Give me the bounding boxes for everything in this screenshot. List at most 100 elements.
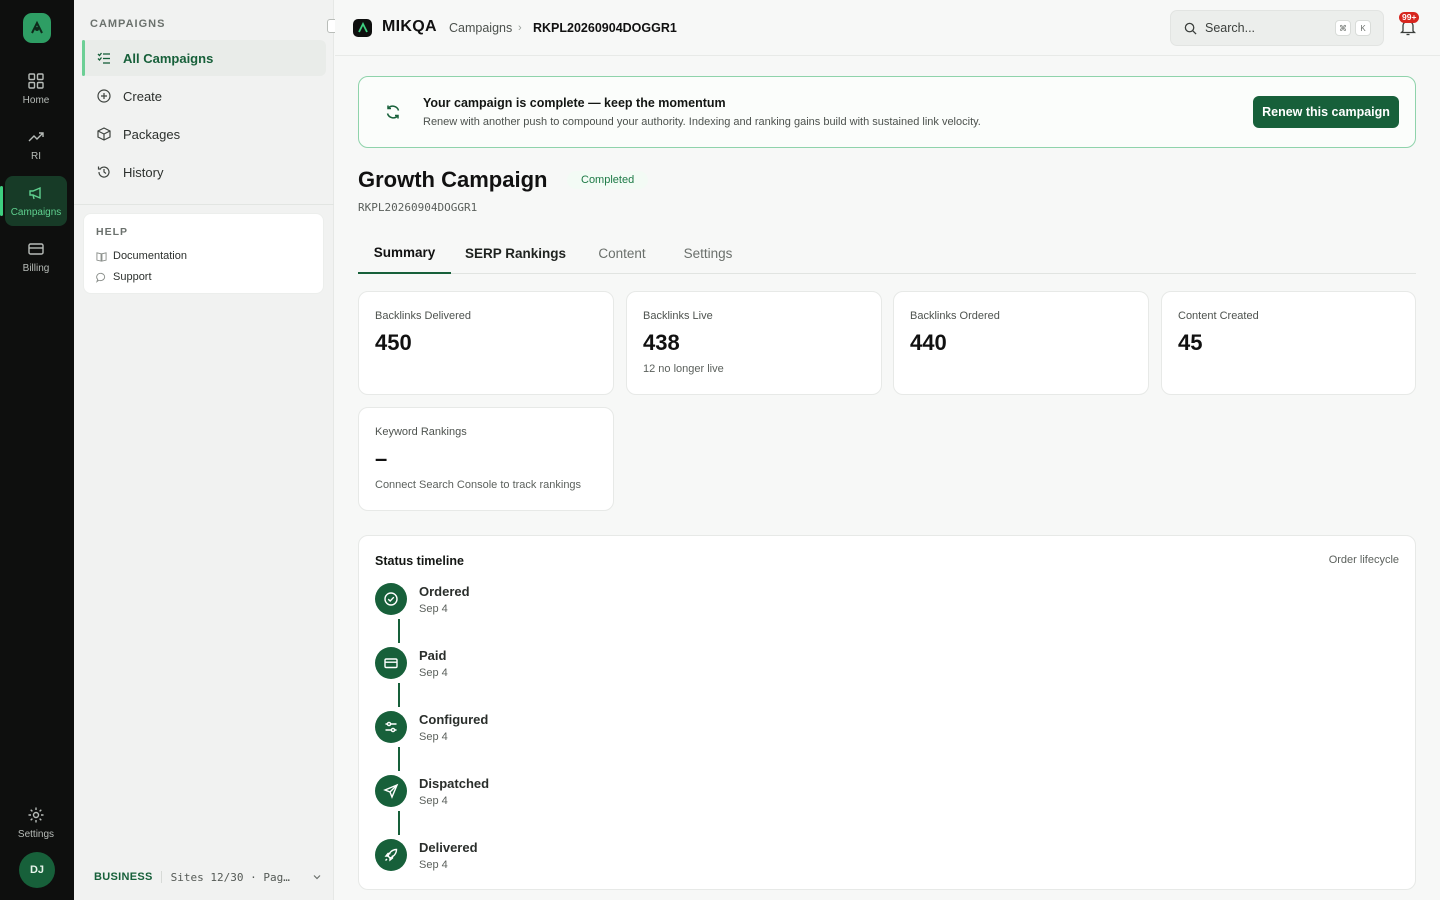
stat-subtext: 12 no longer live [643,363,724,375]
shortcut-key-k: K [1355,20,1371,36]
plan-selector[interactable]: BUSINESS Sites 12/30 · Pages 240/500 [94,868,322,886]
stat-card-content-created: Content Created 45 [1161,291,1416,395]
sidebar-item-packages[interactable]: Packages [82,116,326,152]
status-timeline: Status timeline Order lifecycle Ordered … [358,535,1416,890]
stat-label: Keyword Rankings [375,426,467,438]
help-link-label: Documentation [113,250,187,262]
breadcrumb-current: RKPL20260904DOGGR1 [533,21,677,35]
rail-item-label: Settings [17,829,55,840]
help-link-label: Support [113,271,152,283]
timeline-connector [398,811,400,835]
breadcrumb-campaigns[interactable]: Campaigns [449,21,512,35]
stat-card-backlinks-delivered: Backlinks Delivered 450 [358,291,614,395]
search-input[interactable]: Search... ⌘ K [1170,10,1384,46]
renew-campaign-button[interactable]: Renew this campaign [1253,96,1399,128]
help-card: HELP Documentation Support [83,213,324,294]
sidebar-item-label: Packages [123,126,181,142]
timeline-step-name: Paid [419,648,447,663]
tab-content[interactable]: Content [586,232,658,274]
sidebar-item-create[interactable]: Create [82,78,326,114]
chevron-down-icon [312,872,322,882]
gear-icon [27,806,45,824]
sidebar-item-label: History [123,164,164,180]
timeline-step-date: Sep 4 [419,859,448,871]
stat-value: 440 [910,330,947,355]
refresh-icon [385,104,401,120]
banner-text: Renew with another push to compound your… [423,116,981,128]
timeline-step-name: Delivered [419,840,478,855]
stat-card-backlinks-live: Backlinks Live 438 12 no longer live [626,291,882,395]
rail-item-billing[interactable]: Billing [5,232,67,282]
timeline-step-date: Sep 4 [419,603,448,615]
trend-up-icon [27,128,45,146]
help-link-documentation[interactable]: Documentation [96,250,187,262]
stat-card-backlinks-ordered: Backlinks Ordered 440 [893,291,1149,395]
stat-value: 45 [1178,330,1203,355]
search-placeholder: Search... [1205,21,1256,35]
grid-icon [27,72,45,90]
send-icon [375,775,407,807]
stat-subtext: Connect Search Console to track rankings [375,479,582,491]
check-circle-icon [375,583,407,615]
stat-value: 438 [643,330,680,355]
stat-label: Backlinks Delivered [375,310,471,322]
rail-item-campaigns[interactable]: Campaigns [0,176,67,226]
timeline-step-date: Sep 4 [419,731,448,743]
stat-label: Content Created [1178,310,1259,322]
plan-usage: Sites 12/30 · Pages 240/500 [170,870,294,884]
stat-card-keyword-rankings: Keyword Rankings – Connect Search Consol… [358,407,614,511]
help-title: HELP [96,226,129,238]
timeline-step-name: Configured [419,712,489,727]
timeline-step-name: Ordered [419,584,470,599]
sidebar-divider [74,204,334,205]
campaign-tabs: Summary SERP Rankings Content Settings [358,232,1416,274]
shortcut-key-cmd: ⌘ [1335,20,1351,36]
renew-banner: Your campaign is complete — keep the mom… [358,76,1416,148]
sidebar-item-label: Create [123,88,163,104]
sidebar-item-all-campaigns[interactable]: All Campaigns [82,40,326,76]
timeline-title: Status timeline [375,554,464,568]
timeline-meta: Order lifecycle [1328,554,1399,566]
timeline-connector [398,747,400,771]
timeline-step-date: Sep 4 [419,795,448,807]
search-icon [1184,22,1197,35]
avatar[interactable]: DJ [19,852,55,888]
sidebar-item-history[interactable]: History [82,154,326,190]
history-icon [97,165,111,179]
stat-label: Backlinks Live [643,310,713,322]
rail-item-label: RI [31,151,41,162]
plus-circle-icon [97,89,111,103]
timeline-step-configured: Configured Sep 4 [375,711,775,751]
app-logo-icon[interactable] [23,13,51,43]
card-icon [375,647,407,679]
tab-summary[interactable]: Summary [358,232,451,274]
rail-item-home[interactable]: Home [5,64,67,114]
stat-label: Backlinks Ordered [910,310,1000,322]
top-header: MIKQA Campaigns › RKPL20260904DOGGR1 Sea… [335,0,1440,56]
timeline-step-paid: Paid Sep 4 [375,647,775,687]
stat-value: – [375,446,388,471]
tab-serp-rankings[interactable]: SERP Rankings [458,232,573,274]
tab-settings[interactable]: Settings [672,232,744,274]
timeline-step-dispatched: Dispatched Sep 4 [375,775,775,815]
breadcrumb-chevron-icon: › [518,22,522,34]
brand-logo-icon [353,19,372,37]
sliders-icon [375,711,407,743]
chat-icon [96,272,107,283]
status-badge: Completed [567,171,649,189]
rail-item-label: Billing [22,263,50,274]
book-icon [96,251,107,262]
brand-name: MIKQA [382,18,437,35]
timeline-step-date: Sep 4 [419,667,448,679]
rail-item-ri[interactable]: RI [5,120,67,170]
rail-item-settings[interactable]: Settings [5,798,67,848]
plan-badge: BUSINESS [94,871,162,883]
timeline-connector [398,619,400,643]
package-icon [97,127,111,141]
timeline-step-name: Dispatched [419,776,490,791]
list-check-icon [97,51,111,65]
campaigns-sidebar: CAMPAIGNS All Campaigns Create Packages … [74,0,341,900]
page-title: Growth Campaign [358,167,548,192]
timeline-step-delivered: Delivered Sep 4 [375,839,775,879]
help-link-support[interactable]: Support [96,271,152,283]
